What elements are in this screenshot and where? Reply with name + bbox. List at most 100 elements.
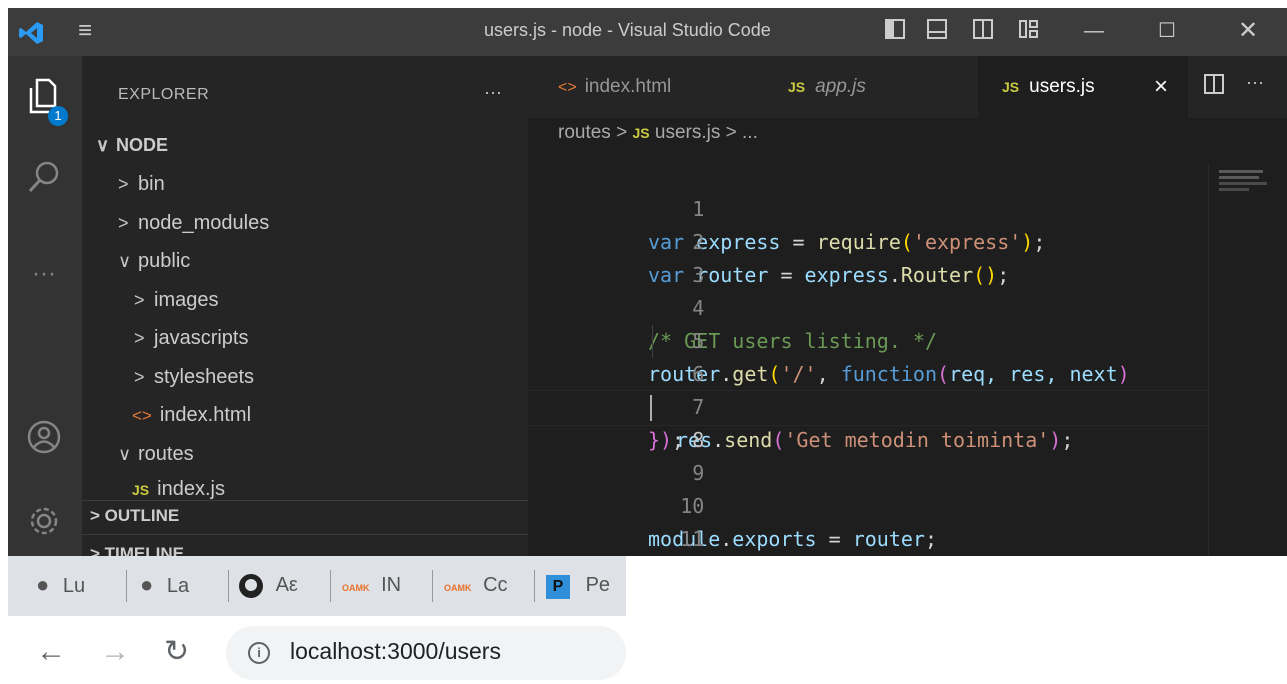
outline-section[interactable]: > OUTLINE <box>90 506 179 526</box>
bookmark-separator <box>432 570 433 602</box>
chevron-right-icon: > <box>90 506 105 525</box>
chevron-down-icon: ∨ <box>118 444 132 464</box>
folder-routes[interactable]: ∨ routes <box>118 435 194 473</box>
code-line: 1 var express = require('express'); <box>648 197 1046 254</box>
chevron-right-icon: > <box>134 290 145 310</box>
bookmark-item[interactable]: ● Lu <box>36 569 85 601</box>
code-line: 7 }); <box>648 395 705 452</box>
timeline-section[interactable]: > TIMELINE <box>90 544 184 556</box>
chevron-down-icon: ∨ <box>118 251 132 271</box>
folder-public[interactable]: ∨ public <box>118 242 190 280</box>
oamk-icon: OAMK <box>444 583 472 593</box>
globe-icon: ● <box>140 572 154 597</box>
code-line: 2 var router = express.Router(); <box>648 230 1010 287</box>
close-tab-icon[interactable]: × <box>1154 56 1168 118</box>
file-index-html[interactable]: <> index.html <box>132 396 251 434</box>
maximize-icon[interactable]: ☐ <box>1158 18 1176 44</box>
js-file-icon: JS <box>132 482 150 498</box>
code-line: 6 res.send('Get metodin toiminta'); <box>528 325 1073 452</box>
address-bar[interactable]: i localhost:3000/users <box>226 626 626 680</box>
reload-icon[interactable]: ↻ <box>164 632 189 672</box>
explorer-badge: 1 <box>48 106 68 126</box>
bookmark-item[interactable]: OAMK IN <box>342 569 401 601</box>
bookmark-item[interactable]: P Pe <box>546 569 610 601</box>
code-line: 10 module.exports = router; <box>648 494 938 551</box>
split-editor-icon[interactable] <box>972 18 994 47</box>
toggle-panel-icon[interactable] <box>926 18 948 47</box>
bookmark-separator <box>126 570 127 602</box>
bookmark-item[interactable]: ● La <box>140 569 189 601</box>
folder-root-node[interactable]: ∨ NODE <box>96 126 168 164</box>
chevron-right-icon: > <box>616 122 628 143</box>
tab-bar: <> index.html JS app.js JS users.js × ··· <box>528 56 1287 118</box>
minimize-icon[interactable]: — <box>1084 18 1104 44</box>
tab-users-js[interactable]: JS users.js × <box>978 56 1188 118</box>
code-line: 8 <box>528 391 704 452</box>
explorer-more-icon[interactable]: ··· <box>484 82 502 103</box>
tab-index-html[interactable]: <> index.html <box>558 56 758 118</box>
chevron-right-icon: > <box>118 174 129 194</box>
title-bar: ≡ users.js - node - Visual Studio Code —… <box>8 8 1287 56</box>
folder-node-modules[interactable]: > node_modules <box>118 204 269 242</box>
code-line: 9 <box>692 461 705 485</box>
code-editor[interactable]: 1 var express = require('express'); 2 va… <box>528 160 1208 556</box>
customize-layout-icon[interactable] <box>1018 18 1040 47</box>
js-file-icon: JS <box>788 79 806 95</box>
html-file-icon: <> <box>558 79 577 96</box>
breadcrumb-tail[interactable]: > ... <box>726 122 758 143</box>
bookmarks-bar: ● Lu ● La Aε OAMK IN OAMK Cc P Pe <box>8 556 626 616</box>
explorer-sidebar: EXPLORER ··· ∨ NODE > bin > node_modules ∨ p… <box>82 56 528 556</box>
folder-bin[interactable]: > bin <box>118 165 165 203</box>
explorer-icon[interactable]: 1 <box>22 78 68 126</box>
close-window-icon[interactable]: ✕ <box>1238 18 1258 44</box>
code-line: 4 /* GET users listing. */ <box>648 296 937 353</box>
code-line: 5 router.get('/', function(req, res, nex… <box>648 329 1130 386</box>
folder-stylesheets[interactable]: > stylesheets <box>134 358 254 396</box>
account-icon[interactable] <box>22 420 66 464</box>
search-icon[interactable] <box>22 160 66 204</box>
editor-more-icon[interactable]: ··· <box>1246 72 1264 93</box>
breadcrumb-file[interactable]: users.js <box>655 122 720 143</box>
vscode-logo-icon <box>19 22 43 44</box>
folder-javascripts[interactable]: > javascripts <box>134 319 248 357</box>
folder-images[interactable]: > images <box>134 281 218 319</box>
breadcrumb-folder[interactable]: routes <box>558 122 611 143</box>
forward-icon[interactable]: → <box>100 632 130 672</box>
bookmark-separator <box>330 570 331 602</box>
bookmark-item[interactable]: Aε <box>238 569 298 601</box>
browser-chrome: ● Lu ● La Aε OAMK IN OAMK Cc P Pe ← → ↻ <box>0 556 626 684</box>
indent-guide <box>652 325 653 358</box>
p-icon: P <box>546 575 570 599</box>
chevron-down-icon: ∨ <box>96 135 110 155</box>
js-file-icon: JS <box>632 125 650 141</box>
menu-icon[interactable]: ≡ <box>78 18 92 44</box>
breadcrumb: routes > JS users.js > ... <box>558 122 758 144</box>
window-title: users.js - node - Visual Studio Code <box>484 20 771 40</box>
url-text: localhost:3000/users <box>290 638 501 664</box>
file-index-js[interactable]: JS index.js <box>132 470 225 500</box>
globe-icon: ● <box>36 572 50 597</box>
bookmark-separator <box>228 570 229 602</box>
editor-area: <> index.html JS app.js JS users.js × ··· r… <box>528 56 1287 556</box>
code-line: 11 <box>680 527 705 551</box>
bookmark-item[interactable]: OAMK Cc <box>444 569 508 601</box>
info-icon: i <box>248 642 270 664</box>
activity-bar: 1 ··· <box>8 56 82 556</box>
js-file-icon: JS <box>1002 79 1020 95</box>
settings-gear-icon[interactable] <box>22 504 66 548</box>
chevron-right-icon: > <box>134 328 145 348</box>
toggle-sidebar-icon[interactable] <box>884 18 906 47</box>
back-icon[interactable]: ← <box>36 632 66 672</box>
vscode-window: ≡ users.js - node - Visual Studio Code —… <box>8 8 1287 556</box>
minimap[interactable] <box>1208 164 1279 556</box>
bookmark-separator <box>534 570 535 602</box>
chevron-right-icon: > <box>134 367 145 387</box>
chevron-right-icon: > <box>90 544 105 556</box>
section-divider <box>82 500 528 501</box>
explorer-header: EXPLORER <box>118 86 210 103</box>
split-editor-right-icon[interactable] <box>1204 74 1224 99</box>
tab-app-js[interactable]: JS app.js <box>768 56 988 118</box>
more-views-icon[interactable]: ··· <box>22 252 66 296</box>
github-icon <box>239 573 263 598</box>
code-line: 3 <box>692 263 705 287</box>
